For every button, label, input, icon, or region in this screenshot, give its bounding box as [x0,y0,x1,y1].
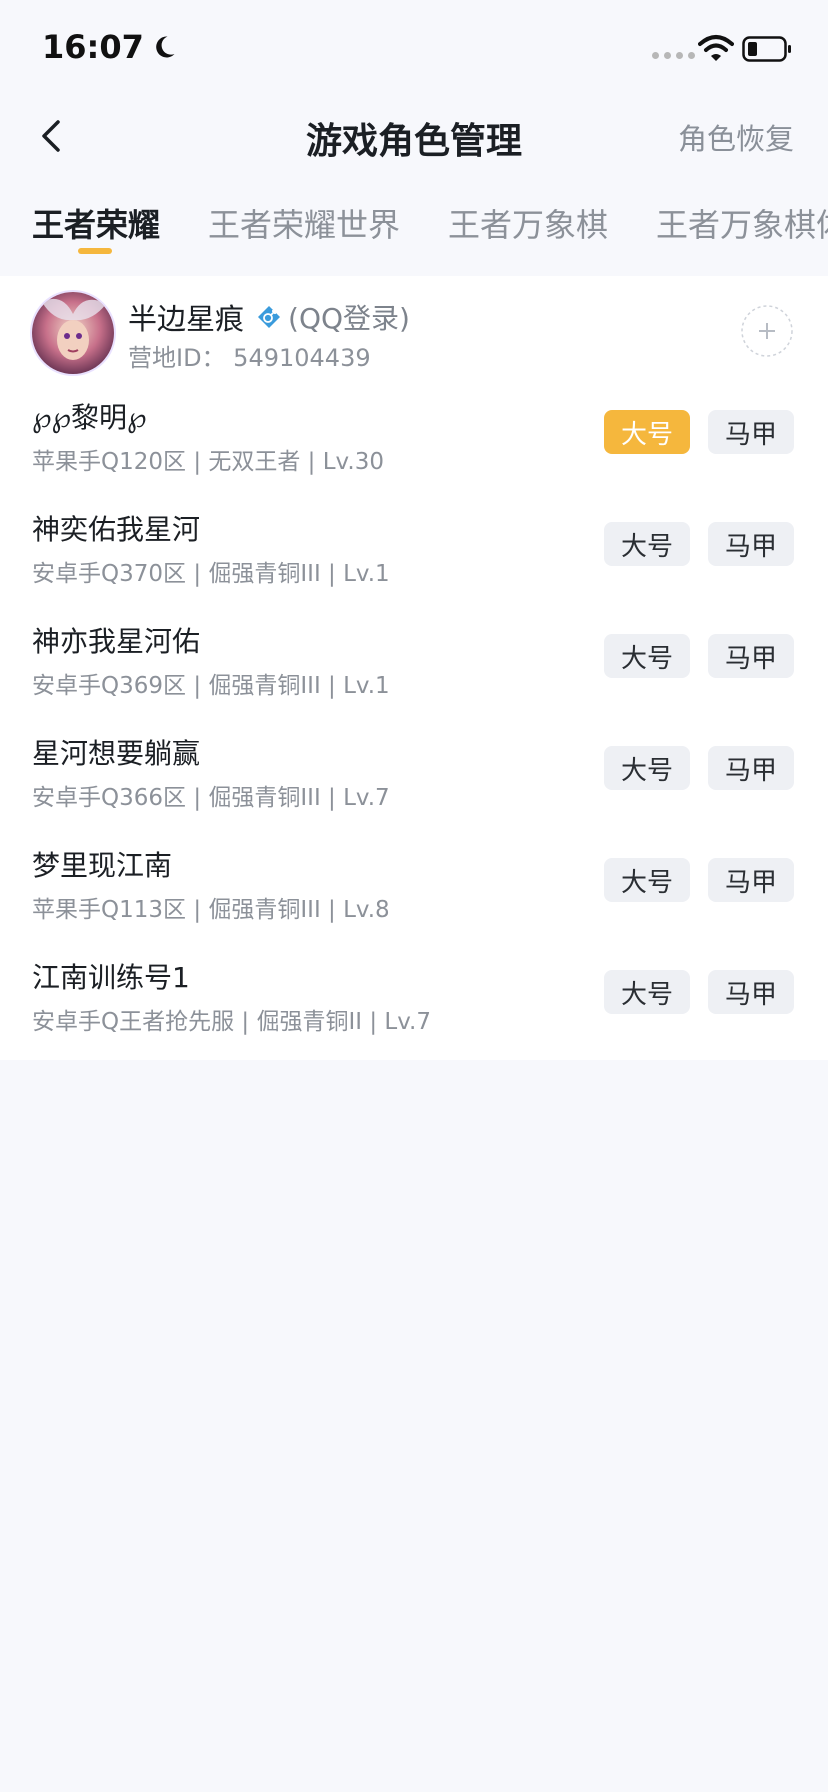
role-row[interactable]: 梦里现江南 苹果手Q113区 | 倔强青铜III | Lv.8 大号 马甲 [0,834,828,946]
main-account-button[interactable]: 大号 [604,410,690,454]
role-name: 江南训练号1 [32,961,190,994]
alt-account-button[interactable]: 马甲 [708,858,794,902]
role-row[interactable]: 星河想要躺赢 安卓手Q366区 | 倔强青铜III | Lv.7 大号 马甲 [0,722,828,834]
alt-account-button[interactable]: 马甲 [708,746,794,790]
main-account-button[interactable]: 大号 [604,858,690,902]
role-name: 神奕佑我星河 [32,513,201,546]
battery-icon [742,36,791,62]
role-row[interactable]: 江南训练号1 安卓手Q王者抢先服 | 倔强青铜II | Lv.7 大号 马甲 [0,946,828,1058]
status-time: 16:07 [42,28,178,66]
avatar-image [32,292,114,374]
main-account-button[interactable]: 大号 [604,522,690,566]
role-list-card: 半边星痕 (QQ登录) 营地ID： 549104439 ℘℘黎明℘ 苹果手Q12… [0,276,828,1060]
camp-id: 营地ID： 549104439 [128,344,371,372]
alt-account-button[interactable]: 马甲 [708,410,794,454]
role-info: 安卓手Q370区 | 倔强青铜III | Lv.1 [32,561,390,587]
alt-account-button[interactable]: 马甲 [708,970,794,1014]
moon-icon [156,36,175,58]
role-name: 星河想要躺赢 [32,737,201,770]
role-restore-button[interactable]: 角色恢复 [678,116,794,158]
nav-header: 游戏角色管理 角色恢复 [0,100,828,200]
game-tabs: 王者荣耀 王者荣耀世界 王者万象棋 王者万象棋体 [0,192,828,272]
role-row[interactable]: ℘℘黎明℘ 苹果手Q120区 | 无双王者 | Lv.30 大号 马甲 [0,386,828,498]
role-info: 苹果手Q113区 | 倔强青铜III | Lv.8 [32,897,390,923]
main-account-button[interactable]: 大号 [604,970,690,1014]
main-account-button[interactable]: 大号 [604,634,690,678]
role-info: 安卓手Q366区 | 倔强青铜III | Lv.7 [32,785,390,811]
status-bar: 16:07 [0,0,828,100]
signal-icon [652,52,695,59]
login-type: (QQ登录) [288,302,410,335]
role-row[interactable]: 神亦我星河佑 安卓手Q369区 | 倔强青铜III | Lv.1 大号 马甲 [0,610,828,722]
main-account-button[interactable]: 大号 [604,746,690,790]
profile-name: 半边星痕 [128,302,245,336]
active-tab-indicator [78,248,112,254]
tab-wangzhe[interactable]: 王者荣耀 [32,200,160,246]
tab-wanxiangqi-more[interactable]: 王者万象棋体 [656,200,828,246]
add-role-icon[interactable] [740,304,794,358]
role-name: 神亦我星河佑 [32,625,201,658]
role-name: ℘℘黎明℘ [32,401,147,434]
role-info: 安卓手Q369区 | 倔强青铜III | Lv.1 [32,673,390,699]
tab-wangzhe-world[interactable]: 王者荣耀世界 [208,200,400,246]
alt-account-button[interactable]: 马甲 [708,634,794,678]
avatar[interactable] [30,290,116,376]
alt-account-button[interactable]: 马甲 [708,522,794,566]
role-row[interactable]: 神奕佑我星河 安卓手Q370区 | 倔强青铜III | Lv.1 大号 马甲 [0,498,828,610]
male-icon [258,306,281,328]
role-info: 苹果手Q120区 | 无双王者 | Lv.30 [32,449,384,475]
account-profile: 半边星痕 (QQ登录) 营地ID： 549104439 [0,276,828,386]
role-info: 安卓手Q王者抢先服 | 倔强青铜II | Lv.7 [32,1009,431,1035]
tab-wanxiangqi[interactable]: 王者万象棋 [448,200,608,246]
role-name: 梦里现江南 [32,849,173,882]
wifi-icon [698,35,734,61]
profile-name-line: 半边星痕 (QQ登录) [128,296,410,338]
time-text: 16:07 [42,28,144,66]
